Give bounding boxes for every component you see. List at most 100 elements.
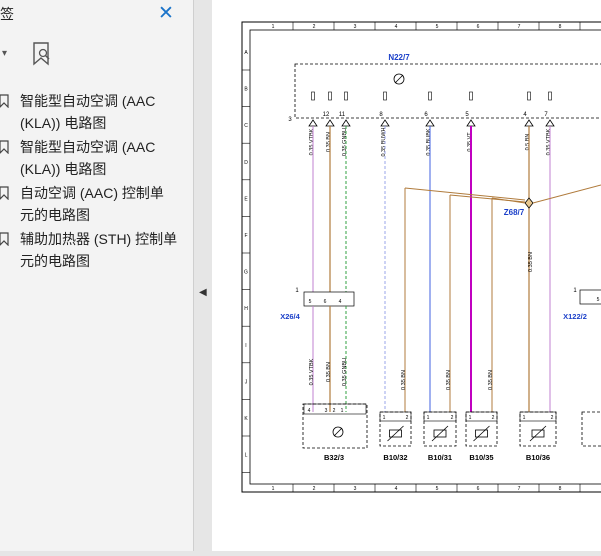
wire-label: 0.35 GNBU	[342, 358, 348, 386]
bookmark-icon	[0, 232, 9, 246]
column-number: 2	[313, 486, 316, 492]
bookmark-label-line1: 智能型自动空调 (AAC	[20, 93, 156, 109]
pin-number: 2	[492, 415, 495, 421]
component-label-sensor: B10/35	[469, 453, 493, 462]
bookmark-item[interactable]: 辅助加热器 (STH) 控制单 元的电路图	[0, 228, 190, 272]
z68-splice	[524, 197, 534, 209]
bookmarks-panel: 签 ✕ ▾ 智能型自动空调 (AAC (KLA)) 电路图 智能型自动空调 (A…	[0, 0, 194, 551]
pin-number: 3	[288, 117, 292, 123]
pin-number: 2	[406, 415, 409, 421]
sensor-symbol	[529, 425, 547, 442]
column-number: 8	[559, 486, 562, 492]
row-letter: D	[244, 160, 248, 166]
pin-number: 4	[308, 408, 311, 414]
bookmark-label-line1: 自动空调 (AAC) 控制单	[20, 185, 164, 201]
wire-label: 0.35 BN	[528, 252, 534, 272]
column-number: 1	[272, 24, 275, 30]
component-label-n22: N22/7	[388, 53, 410, 62]
bookmark-icon	[0, 94, 9, 108]
column-number: 4	[395, 24, 398, 30]
wire-bn	[532, 184, 601, 204]
column-number: 3	[354, 24, 357, 30]
pin-arrow	[545, 119, 555, 127]
n22-symbol	[394, 74, 404, 84]
bookmark-label-line1: 辅助加热器 (STH) 控制单	[20, 231, 178, 247]
pin-number: 4	[523, 112, 527, 118]
pin-number: 2	[551, 415, 554, 421]
pin-number: 3	[325, 408, 328, 414]
column-number: 3	[354, 486, 357, 492]
wire-label: 0.35 BUBK	[426, 128, 432, 156]
wire-label: 0.35 BN	[326, 132, 332, 152]
pin-number: 1	[383, 415, 386, 421]
row-letter: E	[244, 196, 248, 202]
n22-module-box	[294, 63, 601, 119]
bookmark-list: 智能型自动空调 (AAC (KLA)) 电路图 智能型自动空调 (AAC (KL…	[0, 90, 190, 274]
pin-number: 1	[469, 415, 472, 421]
bookmarks-title: 签	[0, 6, 14, 22]
pin-terminal	[328, 91, 332, 101]
component-label-x26: X26/4	[280, 312, 300, 321]
column-number: 4	[395, 486, 398, 492]
pin-terminal	[311, 91, 315, 101]
bookmark-label-line1: 智能型自动空调 (AAC	[20, 139, 156, 155]
wiring-diagram: 1122334455667788ABCDEFGHIJKLN22/730.35 V…	[241, 21, 601, 493]
pin-number: 7	[544, 112, 548, 118]
component-label-sensor: B10/31	[428, 453, 452, 462]
pin-number: 6	[324, 299, 327, 305]
component-label-z68: Z68/7	[504, 208, 525, 217]
pin-number: 1	[523, 415, 526, 421]
component-label-x122: X122/2	[563, 312, 587, 321]
row-letter: A	[244, 50, 248, 56]
panel-splitter[interactable]	[194, 0, 212, 551]
wire-label: 0.35 BN	[488, 370, 494, 390]
pin-number: 1	[341, 408, 344, 414]
row-letter: B	[244, 87, 248, 93]
wire-label: 0.35 VTBK	[309, 358, 315, 385]
bookmark-search-icon[interactable]	[32, 42, 52, 71]
wire-label: 0.35 BN	[401, 370, 407, 390]
row-letter: K	[244, 416, 248, 422]
bookmark-icon	[0, 186, 9, 200]
bookmark-item[interactable]: 智能型自动空调 (AAC (KLA)) 电路图	[0, 136, 190, 180]
options-dropdown[interactable]: ▾	[2, 48, 7, 59]
row-letter: J	[245, 379, 248, 385]
temperature-sensor-box	[581, 411, 601, 447]
pin-number: 11	[339, 112, 346, 118]
pin-number: 1	[573, 288, 577, 294]
column-number: 2	[313, 24, 316, 30]
column-number: 7	[518, 486, 521, 492]
bookmark-item[interactable]: 智能型自动空调 (AAC (KLA)) 电路图	[0, 90, 190, 134]
pin-terminal	[383, 91, 387, 101]
collapse-panel-icon[interactable]: ◀	[199, 287, 207, 298]
column-number: 8	[559, 24, 562, 30]
column-number: 1	[272, 486, 275, 492]
pin-terminal	[344, 91, 348, 101]
column-number: 5	[436, 24, 439, 30]
wire-bn	[404, 187, 526, 201]
bookmark-label-line2: 元的电路图	[20, 207, 90, 223]
bookmark-item[interactable]: 自动空调 (AAC) 控制单 元的电路图	[0, 182, 190, 226]
row-letter: L	[245, 453, 248, 459]
column-number: 5	[436, 486, 439, 492]
wire-label: 0.35 BUWH	[381, 127, 387, 156]
wire-label: 0.35 VTBK	[546, 128, 552, 155]
pin-number: 2	[451, 415, 454, 421]
component-label-b32: B32/3	[324, 453, 344, 462]
wire-label: 0.35 BN	[446, 370, 452, 390]
bookmark-label-line2: (KLA)) 电路图	[20, 161, 107, 177]
pin-arrow	[466, 119, 476, 127]
pin-arrow	[325, 119, 335, 127]
pin-number: 6	[424, 112, 428, 118]
pin-arrow	[380, 119, 390, 127]
pin-number: 12	[323, 112, 330, 118]
pin-number: 8	[379, 112, 383, 118]
wire-label: 0.35 BN	[326, 362, 332, 382]
close-icon[interactable]: ✕	[158, 2, 174, 25]
pin-arrow	[308, 119, 318, 127]
pin-number: 2	[333, 408, 336, 414]
document-page: 1 1 2 2 3 3 4 4 5 5 6 6 7 7 8 8 A B C D E F G H I J K L N22/7 3 0.35 V…	[212, 0, 601, 551]
drawing-frame	[241, 21, 601, 493]
row-letter: H	[244, 306, 248, 312]
column-number: 7	[518, 24, 521, 30]
